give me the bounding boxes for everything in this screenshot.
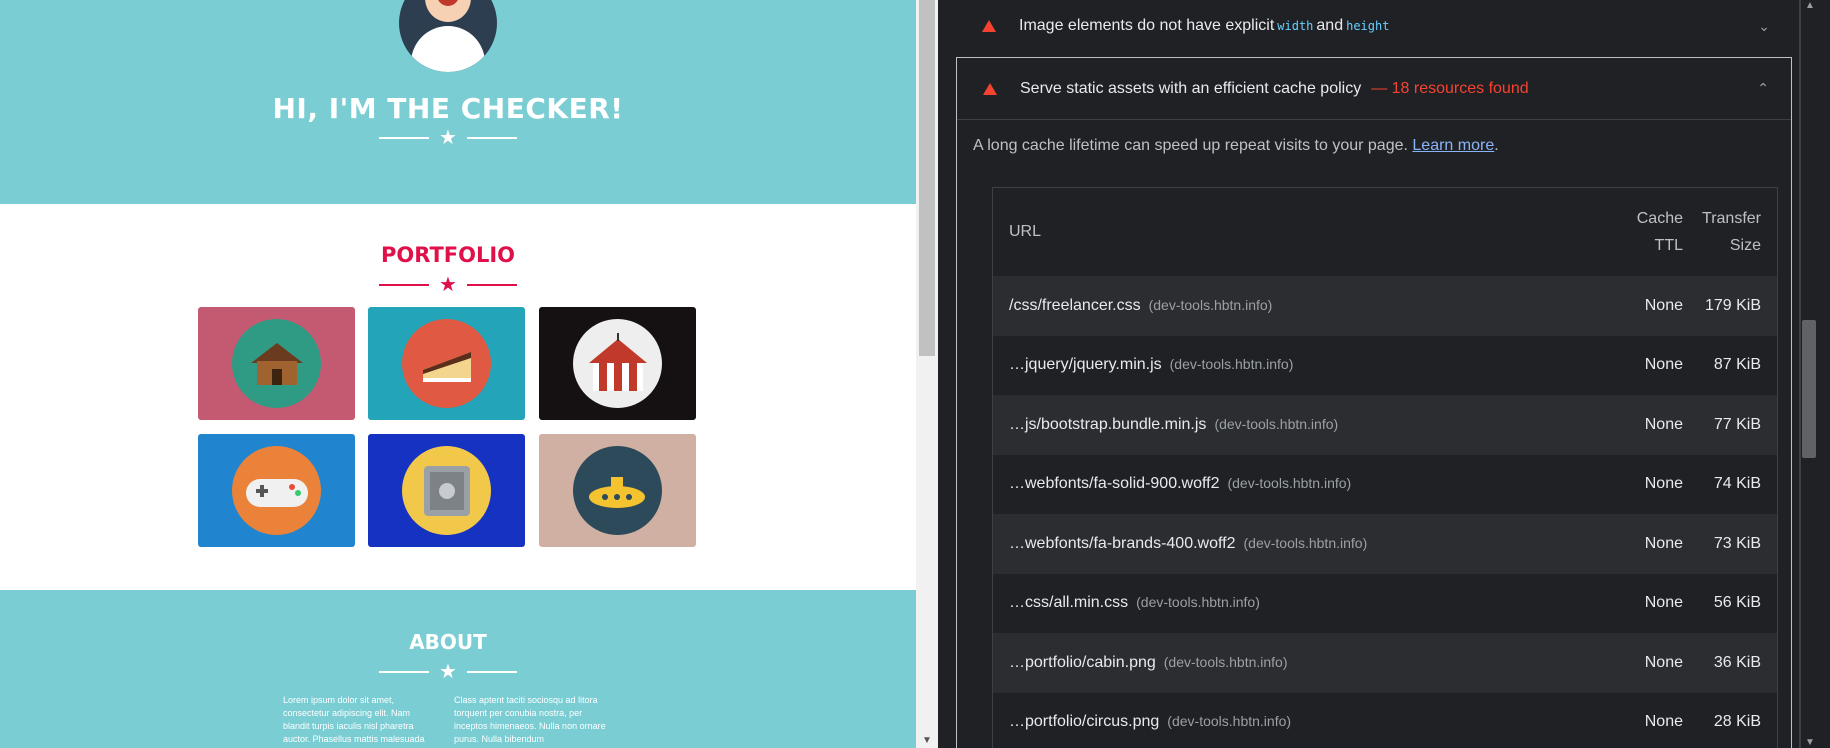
transfer-size: 36 KiB xyxy=(1713,653,1761,671)
audit-description: A long cache lifetime can speed up repea… xyxy=(973,137,1499,154)
resource-host: (dev-tools.hbtn.info) xyxy=(1227,475,1352,492)
transfer-size: 179 KiB xyxy=(1704,296,1761,314)
star-icon: ★ xyxy=(439,274,457,296)
cache-ttl: None xyxy=(1644,594,1683,612)
masthead: HI, I'M THE CHECKER! ★ xyxy=(0,0,916,204)
resource-host: (dev-tools.hbtn.info) xyxy=(1136,594,1260,611)
resource-host: (dev-tools.hbtn.info) xyxy=(1167,713,1292,730)
table-row: …css/all.min.css (dev-tools.hbtn.info) Non… xyxy=(993,573,1777,633)
resource-url[interactable]: …jquery/jquery.min.js (dev-tools.hbtn.inf… xyxy=(993,356,1603,374)
scrollbar-thumb[interactable] xyxy=(919,0,935,356)
chevron-down-icon[interactable]: ⌄ xyxy=(1758,18,1770,35)
cache-ttl: None xyxy=(1644,534,1683,552)
resource-host: (dev-tools.hbtn.info) xyxy=(1169,356,1294,373)
star-icon: ★ xyxy=(439,661,457,683)
website-scrollbar[interactable]: ▼ xyxy=(916,0,938,748)
portfolio-item-cake[interactable] xyxy=(368,307,525,420)
table-row: …webfonts/fa-solid-900.woff2 (dev-tools.h… xyxy=(993,454,1777,514)
portfolio-item-cabin[interactable] xyxy=(198,307,355,420)
transfer-size: 73 KiB xyxy=(1713,534,1761,552)
scroll-down-arrow-icon[interactable]: ▼ xyxy=(916,734,938,748)
transfer-size: 77 KiB xyxy=(1713,415,1761,433)
table-row: /css/freelancer.css (dev-tools.hbtn.info)… xyxy=(993,276,1777,336)
transfer-size: 56 KiB xyxy=(1713,594,1761,612)
table-row: …jquery/jquery.min.js (dev-tools.hbtn.inf… xyxy=(993,335,1777,395)
audit-title: Image elements do not have explicit width… xyxy=(1019,17,1390,34)
cache-ttl: None xyxy=(1644,713,1683,731)
warning-triangle-icon xyxy=(982,20,996,32)
scrollbar-thumb[interactable] xyxy=(1802,320,1816,458)
star-icon: ★ xyxy=(439,127,457,149)
table-body: /css/freelancer.css (dev-tools.hbtn.info)… xyxy=(993,276,1777,748)
portfolio-item-submarine[interactable] xyxy=(539,434,696,547)
header-transfer-size: Transfer Size xyxy=(1702,210,1761,254)
table-row: …webfonts/fa-brands-400.woff2 (dev-tools.… xyxy=(993,514,1777,574)
about-title: ABOUT xyxy=(409,630,487,654)
star-divider: ★ xyxy=(0,275,896,295)
cache-ttl: None xyxy=(1644,415,1683,433)
table-row: …portfolio/cabin.png (dev-tools.hbtn.info… xyxy=(993,633,1777,693)
scroll-up-arrow-icon[interactable]: ▲ xyxy=(1802,0,1818,11)
audit-title: Serve static assets with an efficient ca… xyxy=(1020,79,1362,97)
resource-url[interactable]: /css/freelancer.css (dev-tools.hbtn.info) xyxy=(993,297,1603,315)
transfer-size: 28 KiB xyxy=(1713,713,1761,731)
resource-url[interactable]: …webfonts/fa-solid-900.woff2 (dev-tools.h… xyxy=(993,475,1603,493)
about-section: ABOUT ★ Lorem ipsum dolor sit amet, cons… xyxy=(0,590,916,748)
resources-found: — 18 resources found xyxy=(1371,79,1529,97)
portfolio-item-game[interactable] xyxy=(198,434,355,547)
transfer-size: 87 KiB xyxy=(1713,356,1761,374)
about-text-right: Class aptent taciti sociosqu ad litora t… xyxy=(454,695,606,744)
resource-host: (dev-tools.hbtn.info) xyxy=(1214,415,1339,432)
resources-table: URL Cache TTL Transfer Size /css/freelance… xyxy=(992,187,1778,748)
devtools-panel: Image elements do not have explicit width… xyxy=(938,0,1830,748)
website-viewport: HI, I'M THE CHECKER! ★ PORTFOLIO ★ ABOUT… xyxy=(0,0,916,748)
resource-url[interactable]: …webfonts/fa-brands-400.woff2 (dev-tools.… xyxy=(993,535,1603,553)
cache-ttl: None xyxy=(1644,475,1683,493)
learn-more-link[interactable]: Learn more xyxy=(1412,137,1494,154)
table-row: …js/bootstrap.bundle.min.js (dev-tools.hb… xyxy=(993,395,1777,455)
resource-url[interactable]: …js/bootstrap.bundle.min.js (dev-tools.hb… xyxy=(993,416,1603,434)
resource-url[interactable]: …portfolio/cabin.png (dev-tools.hbtn.info… xyxy=(993,654,1603,672)
audit-header[interactable]: Serve static assets with an efficient ca… xyxy=(957,58,1791,120)
star-divider: ★ xyxy=(0,128,896,148)
header-url: URL xyxy=(1009,223,1042,240)
transfer-size: 74 KiB xyxy=(1713,475,1761,493)
resource-host: (dev-tools.hbtn.info) xyxy=(1163,653,1288,670)
portfolio-item-safe[interactable] xyxy=(368,434,525,547)
avatar xyxy=(399,0,497,72)
portfolio-item-circus[interactable] xyxy=(539,307,696,420)
resource-host: (dev-tools.hbtn.info) xyxy=(1148,296,1273,313)
cache-ttl: None xyxy=(1644,653,1683,671)
scroll-down-arrow-icon[interactable]: ▼ xyxy=(1802,737,1818,748)
star-divider: ★ xyxy=(0,662,896,682)
header-cache-ttl: Cache TTL xyxy=(1636,210,1683,254)
about-text-left: Lorem ipsum dolor sit amet, consectetur … xyxy=(283,695,425,744)
masthead-title: HI, I'M THE CHECKER! xyxy=(272,92,624,125)
table-row: …portfolio/circus.png (dev-tools.hbtn.inf… xyxy=(993,692,1777,748)
resource-url[interactable]: …css/all.min.css (dev-tools.hbtn.info) xyxy=(993,594,1603,612)
table-header: URL Cache TTL Transfer Size xyxy=(993,188,1777,276)
devtools-scrollbar[interactable]: ▲ ▼ xyxy=(1799,0,1830,748)
portfolio-title: PORTFOLIO xyxy=(380,243,516,267)
cache-ttl: None xyxy=(1644,356,1683,374)
audit-image-dimensions[interactable]: Image elements do not have explicit width… xyxy=(956,0,1792,52)
warning-triangle-icon xyxy=(983,82,997,95)
cache-ttl: None xyxy=(1644,296,1683,314)
resource-host: (dev-tools.hbtn.info) xyxy=(1243,534,1368,551)
resource-url[interactable]: …portfolio/circus.png (dev-tools.hbtn.inf… xyxy=(993,713,1603,731)
chevron-up-icon[interactable]: ⌃ xyxy=(1757,80,1769,97)
